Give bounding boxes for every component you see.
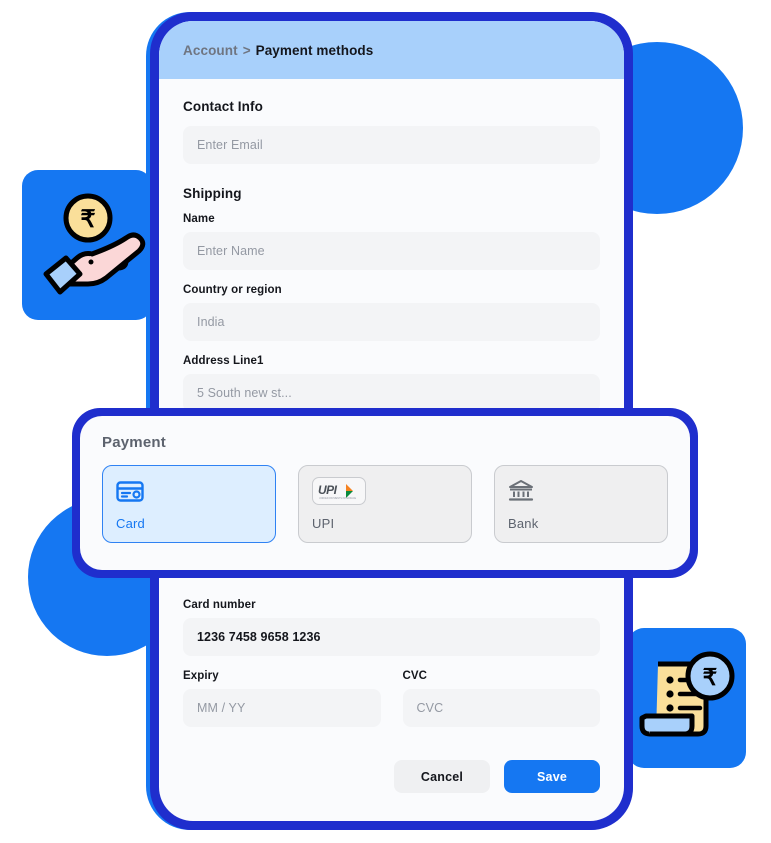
expiry-cvc-row: Expiry MM / YY CVC CVC <box>183 670 600 727</box>
label-name: Name <box>183 213 215 225</box>
breadcrumb-item-payment-methods: Payment methods <box>255 42 374 58</box>
credit-card-icon <box>116 477 262 505</box>
form-body: Contact Info Enter Email Shipping Name E… <box>159 79 624 412</box>
svg-text:₹: ₹ <box>80 206 95 233</box>
breadcrumb-separator-icon: > <box>242 42 251 58</box>
payment-method-upi[interactable]: UPI UNIFIED PAYMENTS INTERFACE UPI <box>298 465 472 543</box>
field-card-number: Card number 1236 7458 9658 1236 <box>183 599 600 656</box>
section-title-contact-info: Contact Info <box>183 99 263 114</box>
cancel-button[interactable]: Cancel <box>394 760 490 793</box>
bank-building-icon <box>508 477 654 505</box>
payment-method-upi-label: UPI <box>312 516 335 531</box>
field-address1: Address Line1 5 South new st... <box>183 355 600 412</box>
label-address1: Address Line1 <box>183 355 264 367</box>
svg-text:UNIFIED PAYMENTS INTERFACE: UNIFIED PAYMENTS INTERFACE <box>319 497 357 500</box>
form-actions: Cancel Save <box>394 760 600 793</box>
breadcrumb-item-account[interactable]: Account <box>183 43 238 58</box>
label-country: Country or region <box>183 284 282 296</box>
payment-panel-title: Payment <box>102 434 166 451</box>
payment-panel: Payment Card UPI UNIFIED PAYMENTS INTERF… <box>80 416 690 570</box>
upi-logo-icon: UPI UNIFIED PAYMENTS INTERFACE <box>312 477 458 505</box>
svg-text:UPI: UPI <box>318 483 338 497</box>
breadcrumb: Account > Payment methods <box>159 21 624 79</box>
payment-method-bank-label: Bank <box>508 516 539 531</box>
payment-method-bank[interactable]: Bank <box>494 465 668 543</box>
country-input[interactable]: India <box>183 303 600 341</box>
payment-method-card-label: Card <box>116 516 145 531</box>
payment-method-card[interactable]: Card <box>102 465 276 543</box>
cvc-input[interactable]: CVC <box>402 689 600 727</box>
card-details-section: Card number 1236 7458 9658 1236 Expiry M… <box>159 599 624 727</box>
screenshot-root: ₹ ₹ Account > Payment methods Contact In… <box>0 0 771 843</box>
invoice-with-rupee-illustration: ₹ <box>628 628 746 768</box>
field-email: Enter Email <box>183 126 600 164</box>
save-button[interactable]: Save <box>504 760 600 793</box>
expiry-input[interactable]: MM / YY <box>183 689 381 727</box>
section-title-shipping: Shipping <box>183 186 242 201</box>
field-expiry: Expiry MM / YY <box>183 670 381 727</box>
field-country: Country or region India <box>183 284 600 341</box>
svg-text:₹: ₹ <box>703 664 718 690</box>
label-cvc: CVC <box>402 670 428 682</box>
hand-with-coin-illustration: ₹ <box>22 170 152 320</box>
field-name: Name Enter Name <box>183 213 600 270</box>
payment-method-tiles: Card UPI UNIFIED PAYMENTS INTERFACE UPI … <box>102 465 668 543</box>
name-input[interactable]: Enter Name <box>183 232 600 270</box>
label-expiry: Expiry <box>183 670 219 682</box>
payment-panel-frame: Payment Card UPI UNIFIED PAYMENTS INTERF… <box>72 408 698 578</box>
label-card-number: Card number <box>183 599 256 611</box>
field-cvc: CVC CVC <box>402 670 600 727</box>
email-input[interactable]: Enter Email <box>183 126 600 164</box>
address1-input[interactable]: 5 South new st... <box>183 374 600 412</box>
card-number-input[interactable]: 1236 7458 9658 1236 <box>183 618 600 656</box>
